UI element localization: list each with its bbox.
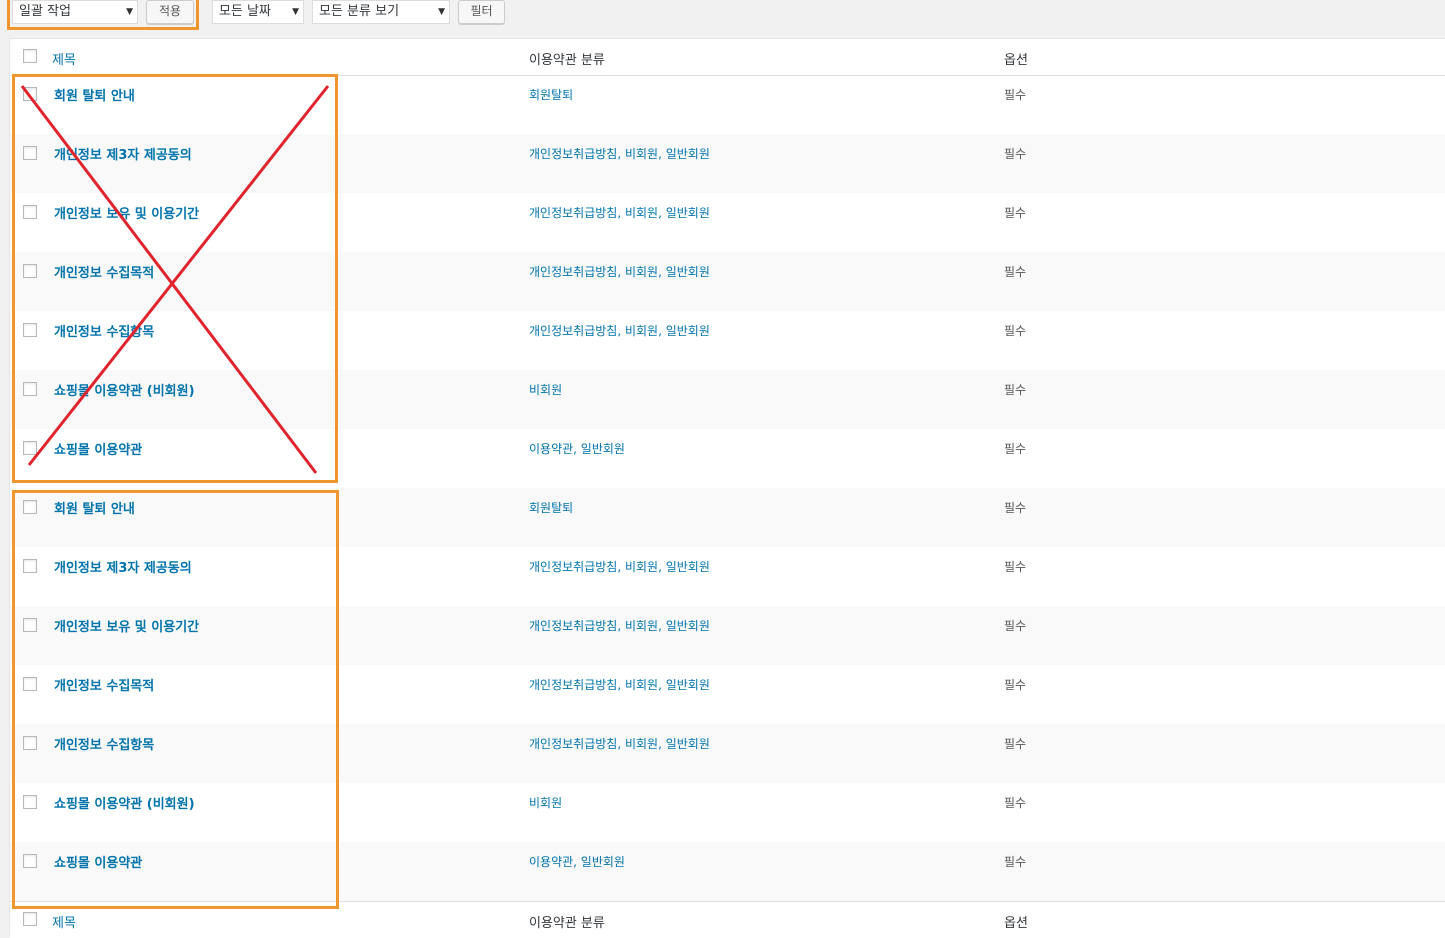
row-checkbox[interactable] xyxy=(23,854,37,868)
row-option: 필수 xyxy=(1004,442,1027,456)
row-option: 필수 xyxy=(1004,855,1027,869)
chevron-down-icon: ▼ xyxy=(292,7,299,17)
row-title-link[interactable]: 쇼핑몰 이용약관 (비회원) xyxy=(54,380,195,399)
tablenav-top: 일괄 작업 ▼ 적용 모든 날짜 ▼ 모든 분류 보기 ▼ 필터 xyxy=(0,0,1445,30)
row-category-links[interactable]: 회원탈퇴 xyxy=(529,499,573,516)
table-row: 개인정보 수집목적 개인정보취급방침, 비회원, 일반회원 필수 xyxy=(10,665,1445,724)
column-category-footer: 이용약관 분류 xyxy=(529,916,605,931)
chevron-down-icon: ▼ xyxy=(438,7,445,17)
select-all-checkbox-footer[interactable] xyxy=(23,912,37,926)
table-row: 개인정보 수집목적 개인정보취급방침, 비회원, 일반회원 필수 xyxy=(10,252,1445,311)
row-category-links[interactable]: 개인정보취급방침, 비회원, 일반회원 xyxy=(529,322,710,339)
row-title-link[interactable]: 개인정보 제3자 제공동의 xyxy=(54,557,192,576)
row-option: 필수 xyxy=(1004,206,1027,220)
row-checkbox[interactable] xyxy=(23,559,37,573)
row-option: 필수 xyxy=(1004,501,1027,515)
row-title-link[interactable]: 개인정보 수집목적 xyxy=(54,262,154,281)
row-checkbox[interactable] xyxy=(23,677,37,691)
row-title-link[interactable]: 회원 탈퇴 안내 xyxy=(54,498,135,517)
row-category-links[interactable]: 이용약관, 일반회원 xyxy=(529,853,625,870)
date-filter-value: 모든 날짜 xyxy=(219,4,271,19)
row-checkbox[interactable] xyxy=(23,146,37,160)
table-header: 제목 이용약관 분류 옵션 xyxy=(10,39,1445,76)
row-checkbox[interactable] xyxy=(23,323,37,337)
row-checkbox[interactable] xyxy=(23,795,37,809)
row-option: 필수 xyxy=(1004,324,1027,338)
row-category-links[interactable]: 개인정보취급방침, 비회원, 일반회원 xyxy=(529,263,710,280)
table-row: 개인정보 수집항목 개인정보취급방침, 비회원, 일반회원 필수 xyxy=(10,724,1445,783)
row-category-links[interactable]: 회원탈퇴 xyxy=(529,86,573,103)
terms-table: 제목 이용약관 분류 옵션 회원 탈퇴 안내 회원탈퇴 필수 개인정보 제3자 제공동… xyxy=(9,38,1445,938)
table-row: 개인정보 제3자 제공동의 개인정보취급방침, 비회원, 일반회원 필수 xyxy=(10,134,1445,193)
row-category-links[interactable]: 비회원 xyxy=(529,381,562,398)
row-category-links[interactable]: 개인정보취급방침, 비회원, 일반회원 xyxy=(529,558,710,575)
row-checkbox[interactable] xyxy=(23,87,37,101)
row-option: 필수 xyxy=(1004,678,1027,692)
table-row: 쇼핑몰 이용약관 (비회원) 비회원 필수 xyxy=(10,783,1445,842)
row-checkbox[interactable] xyxy=(23,382,37,396)
bulk-action-select[interactable]: 일괄 작업 ▼ xyxy=(12,0,138,24)
row-category-links[interactable]: 이용약관, 일반회원 xyxy=(529,440,625,457)
select-all-checkbox[interactable] xyxy=(23,49,37,63)
row-title-link[interactable]: 개인정보 제3자 제공동의 xyxy=(54,144,192,163)
bulk-action-value: 일괄 작업 xyxy=(19,4,71,19)
table-row: 개인정보 수집항목 개인정보취급방침, 비회원, 일반회원 필수 xyxy=(10,311,1445,370)
apply-button[interactable]: 적용 xyxy=(146,0,194,24)
table-row: 개인정보 보유 및 이용기간 개인정보취급방침, 비회원, 일반회원 필수 xyxy=(10,193,1445,252)
column-option-header: 옵션 xyxy=(1004,53,1028,68)
row-title-link[interactable]: 개인정보 보유 및 이용기간 xyxy=(54,203,199,222)
row-option: 필수 xyxy=(1004,796,1027,810)
row-checkbox[interactable] xyxy=(23,618,37,632)
column-category-header: 이용약관 분류 xyxy=(529,53,605,68)
table-row: 개인정보 보유 및 이용기간 개인정보취급방침, 비회원, 일반회원 필수 xyxy=(10,606,1445,665)
table-row: 개인정보 제3자 제공동의 개인정보취급방침, 비회원, 일반회원 필수 xyxy=(10,547,1445,606)
category-filter-value: 모든 분류 보기 xyxy=(319,4,400,19)
column-title-footer[interactable]: 제목 xyxy=(52,912,76,931)
row-category-links[interactable]: 개인정보취급방침, 비회원, 일반회원 xyxy=(529,204,710,221)
row-category-links[interactable]: 개인정보취급방침, 비회원, 일반회원 xyxy=(529,145,710,162)
row-option: 필수 xyxy=(1004,383,1027,397)
table-row: 쇼핑몰 이용약관 이용약관, 일반회원 필수 xyxy=(10,429,1445,488)
row-title-link[interactable]: 쇼핑몰 이용약관 xyxy=(54,852,142,871)
row-checkbox[interactable] xyxy=(23,264,37,278)
table-row: 쇼핑몰 이용약관 이용약관, 일반회원 필수 xyxy=(10,842,1445,901)
table-row: 회원 탈퇴 안내 회원탈퇴 필수 xyxy=(10,488,1445,547)
row-title-link[interactable]: 쇼핑몰 이용약관 (비회원) xyxy=(54,793,195,812)
table-footer: 제목 이용약관 분류 옵션 xyxy=(10,901,1445,938)
row-option: 필수 xyxy=(1004,147,1027,161)
row-category-links[interactable]: 개인정보취급방침, 비회원, 일반회원 xyxy=(529,617,710,634)
row-category-links[interactable]: 개인정보취급방침, 비회원, 일반회원 xyxy=(529,676,710,693)
table-row: 회원 탈퇴 안내 회원탈퇴 필수 xyxy=(10,75,1445,134)
row-title-link[interactable]: 개인정보 수집목적 xyxy=(54,675,154,694)
row-checkbox[interactable] xyxy=(23,736,37,750)
row-option: 필수 xyxy=(1004,619,1027,633)
chevron-down-icon: ▼ xyxy=(126,7,133,17)
row-title-link[interactable]: 개인정보 수집항목 xyxy=(54,734,154,753)
row-option: 필수 xyxy=(1004,265,1027,279)
column-option-footer: 옵션 xyxy=(1004,916,1028,931)
table-row: 쇼핑몰 이용약관 (비회원) 비회원 필수 xyxy=(10,370,1445,429)
category-filter-select[interactable]: 모든 분류 보기 ▼ xyxy=(312,0,450,24)
row-option: 필수 xyxy=(1004,737,1027,751)
row-checkbox[interactable] xyxy=(23,441,37,455)
row-checkbox[interactable] xyxy=(23,500,37,514)
row-checkbox[interactable] xyxy=(23,205,37,219)
row-title-link[interactable]: 쇼핑몰 이용약관 xyxy=(54,439,142,458)
row-title-link[interactable]: 회원 탈퇴 안내 xyxy=(54,85,135,104)
filter-button[interactable]: 필터 xyxy=(458,0,505,24)
column-title-header[interactable]: 제목 xyxy=(52,49,76,68)
row-category-links[interactable]: 비회원 xyxy=(529,794,562,811)
date-filter-select[interactable]: 모든 날짜 ▼ xyxy=(212,0,304,24)
row-title-link[interactable]: 개인정보 보유 및 이용기간 xyxy=(54,616,199,635)
row-title-link[interactable]: 개인정보 수집항목 xyxy=(54,321,154,340)
row-option: 필수 xyxy=(1004,88,1027,102)
row-option: 필수 xyxy=(1004,560,1027,574)
row-category-links[interactable]: 개인정보취급방침, 비회원, 일반회원 xyxy=(529,735,710,752)
